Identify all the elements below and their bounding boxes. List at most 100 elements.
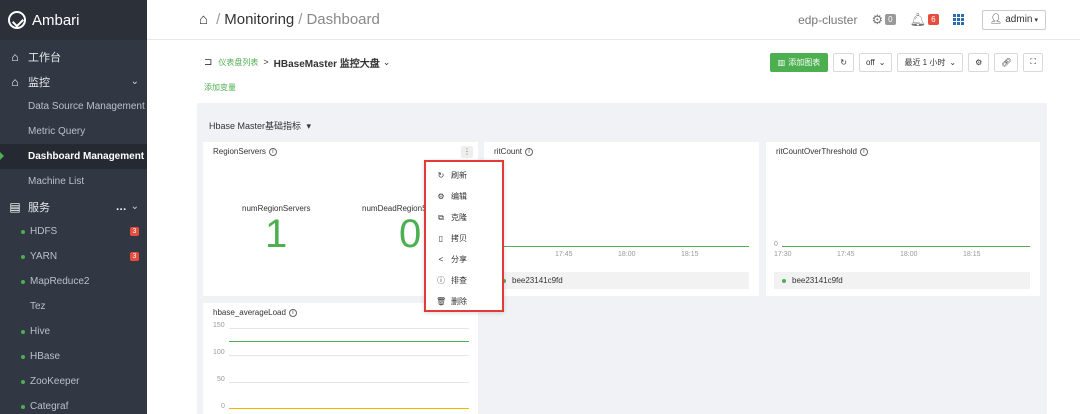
panel-group-header[interactable]: Hbase Master基础指标 ▾ (209, 119, 311, 132)
share-link-button[interactable]: 🔗︎ (994, 52, 1019, 72)
status-dot (21, 330, 25, 334)
info-icon[interactable]: i (859, 147, 868, 156)
caret-down-icon: ▾ (1034, 16, 1038, 24)
sidebar-service-hive[interactable]: Hive (0, 319, 147, 344)
legend-item[interactable]: bee23141c9fd (494, 272, 749, 289)
status-dot (21, 405, 25, 409)
add-variable-link[interactable]: 添加变量 (204, 82, 236, 93)
sidebar-service-hbase[interactable]: HBase (0, 344, 147, 369)
sidebar-item-label: 服务 (28, 201, 50, 214)
status-dot (21, 380, 25, 384)
gear-icon: ⚙ (437, 192, 445, 201)
user-icon: 👤︎ (989, 14, 1003, 25)
chevron-down-icon: ⌄ (878, 57, 886, 67)
breadcrumb-monitoring[interactable]: Monitoring (224, 11, 294, 28)
menu-item[interactable]: ⓘ 排查 (426, 270, 502, 291)
home-icon: ⌂ (11, 74, 19, 89)
series-line (782, 246, 1030, 247)
panel-context-menu: ↻ 刷新 ⚙ 编辑 ⧉ 克隆 ▯ 拷贝 < 分享 ⓘ 排查 🗑︎ 删除 (424, 160, 504, 312)
grid-line (229, 382, 469, 383)
gear-icon[interactable]: ⚙ (871, 12, 883, 28)
ops-count-badge[interactable]: 0 (885, 14, 896, 25)
legend-item[interactable]: bee23141c9fd (774, 272, 1030, 289)
panel-title-text: RegionServers (213, 147, 266, 156)
more-icon[interactable]: … (116, 201, 127, 213)
refresh-icon: ↻ (437, 171, 445, 180)
user-menu-button[interactable]: 👤︎ admin ▾ (981, 9, 1046, 30)
sidebar-item-label: 工作台 (28, 51, 61, 64)
sidebar-item-data-source-management[interactable]: Data Source Management (0, 94, 147, 119)
menu-item[interactable]: < 分享 (426, 249, 502, 270)
sidebar-service-mapreduce2[interactable]: MapReduce2 (0, 269, 147, 294)
cluster-name[interactable]: edp-cluster (798, 13, 857, 27)
dashboard-name[interactable]: HBaseMaster 监控大盘 (274, 55, 380, 70)
breadcrumb-separator: / (298, 11, 303, 28)
time-range-select[interactable]: 最近 1 小时 ⌄ (897, 52, 964, 72)
chart-icon: ▥ (777, 57, 786, 67)
home-icon[interactable]: ⌂ (199, 11, 208, 28)
fullscreen-button[interactable]: ⛶ (1023, 52, 1043, 72)
top-header: ⌂ / Monitoring / Dashboard edp-cluster ⚙… (147, 0, 1080, 40)
menu-item[interactable]: ▯ 拷贝 (426, 228, 502, 249)
panel-title: RegionServers i (213, 147, 277, 156)
chevron-down-icon: ⌄ (130, 201, 139, 212)
dashboard-list-link[interactable]: 仪表盘列表 (218, 57, 258, 68)
sidebar-item-machine-list[interactable]: Machine List (0, 169, 147, 194)
sidebar-item-label: HBase (30, 351, 61, 362)
user-name: admin (1005, 14, 1033, 25)
alert-badge: 3 (130, 227, 139, 236)
breadcrumb: ⌂ / Monitoring / Dashboard (199, 11, 380, 28)
sidebar-item-label: 监控 (28, 76, 50, 89)
panel-ritcount: ritCount i 17:45 18:00 18:15 bee23141c9fd (484, 142, 759, 296)
sidebar-item-workbench[interactable]: ⌂ 工作台 (0, 44, 147, 69)
refresh-interval-select[interactable]: off ⌄ (859, 52, 893, 72)
sidebar-service-hdfs[interactable]: HDFS 3 (0, 219, 147, 244)
chevron-down-icon: ⌄ (949, 57, 957, 67)
menu-item[interactable]: ⧉ 克隆 (426, 207, 502, 228)
series-line (229, 341, 469, 342)
info-icon[interactable]: i (525, 147, 534, 156)
add-chart-button[interactable]: ▥ 添加图表 (769, 52, 829, 72)
info-icon[interactable]: i (288, 308, 297, 317)
sidebar-item-label: MapReduce2 (30, 276, 90, 287)
alert-badge: 3 (130, 252, 139, 261)
sidebar-item-monitor[interactable]: ⌂ 监控 ⌄ (0, 69, 147, 94)
sidebar-service-categraf[interactable]: Categraf (0, 394, 147, 414)
y-tick: 0 (221, 403, 225, 410)
panel-menu-button[interactable]: ⋮ (461, 146, 473, 158)
refresh-interval-value: off (866, 57, 875, 67)
apps-grid-icon[interactable] (952, 14, 964, 25)
panel-title: hbase_averageLoad i (213, 308, 297, 317)
series-line (229, 408, 469, 409)
y-tick: 100 (213, 349, 225, 356)
chevron-down-icon[interactable]: ⌄ (383, 57, 391, 68)
info-icon[interactable]: i (268, 147, 277, 156)
sidebar-item-label: Machine List (28, 176, 85, 187)
bell-icon[interactable]: 🔔︎ (910, 12, 927, 28)
sidebar-service-tez[interactable]: Tez (0, 294, 147, 319)
back-icon[interactable]: ⊐ (204, 57, 212, 68)
trash-icon: 🗑︎ (436, 297, 447, 306)
dashboard-toolbar: ⊐ 仪表盘列表 > HBaseMaster 监控大盘 ⌄ ▥ 添加图表 ↻ of… (147, 41, 1080, 83)
sidebar-service-yarn[interactable]: YARN 3 (0, 244, 147, 269)
chevron-down-icon: ⌄ (130, 76, 139, 87)
sidebar-item-dashboard-management[interactable]: Dashboard Management (0, 144, 147, 169)
ambari-logo[interactable]: Ambari (0, 0, 147, 40)
ambari-logo-icon (8, 11, 26, 29)
settings-button[interactable]: ⚙ (968, 52, 990, 72)
legend-label: bee23141c9fd (512, 276, 563, 285)
menu-item[interactable]: 🗑︎ 删除 (426, 291, 502, 312)
series-line (494, 246, 749, 247)
sidebar-item-metric-query[interactable]: Metric Query (0, 119, 147, 144)
gear-icon: ⚙ (975, 57, 983, 67)
status-dot (21, 280, 25, 284)
sidebar-item-label: ZooKeeper (30, 376, 80, 387)
y-tick: 50 (217, 376, 225, 383)
sidebar-service-zookeeper[interactable]: ZooKeeper (0, 369, 147, 394)
sidebar-item-services[interactable]: ▤ 服务 … ⌄ (0, 194, 147, 219)
fullscreen-icon: ⛶ (1030, 57, 1036, 66)
alert-count-badge[interactable]: 6 (928, 14, 939, 25)
menu-item[interactable]: ⚙ 编辑 (426, 186, 502, 207)
menu-item[interactable]: ↻ 刷新 (426, 165, 502, 186)
refresh-button[interactable]: ↻ (833, 52, 854, 72)
